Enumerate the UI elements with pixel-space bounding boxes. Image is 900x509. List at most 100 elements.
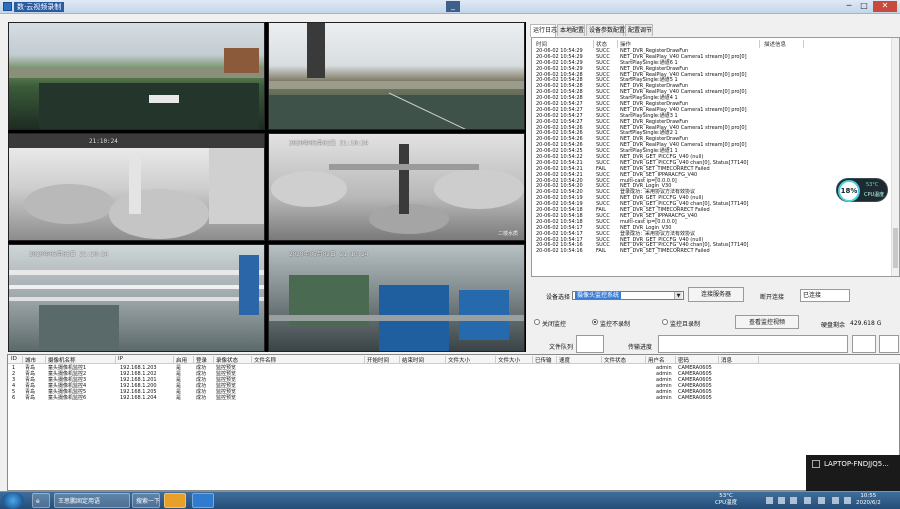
tab-run-log[interactable]: 运行日志 [530, 24, 557, 37]
video-feed-5 [9, 255, 264, 351]
camera-table: ID 城市 摄像机名称 IP 启用 登录 录像状态 文件名称 开始时间 结束时间 文件大小 文件大小已… [7, 354, 900, 491]
cpu-percent: 18% [838, 180, 860, 202]
log-operation: NET_DVR_SET_TIMECORRECT Failed [620, 248, 710, 255]
taskbar-ie-icon[interactable]: e [32, 493, 50, 508]
tray-clock[interactable]: 10:55 2020/6/2 [856, 493, 881, 507]
radio-off[interactable] [534, 319, 540, 325]
table-cell: admin [656, 395, 672, 401]
side-box-1 [852, 335, 876, 353]
table-header-cell[interactable]: 文件状态 [604, 356, 646, 364]
log-time: 20-06-02 10:54:16 [536, 248, 583, 255]
device-select[interactable]: 摄像头监控系统 ▼ [572, 291, 684, 300]
title-bar: 数·云视频录制 _ ─ □ ✕ [0, 0, 900, 14]
disconnect-button[interactable]: 断开连接 [760, 292, 784, 301]
taskbar-app-icon[interactable] [164, 493, 186, 508]
taskbar-item-2[interactable]: 搜索一下 [132, 493, 160, 508]
tab-device-params[interactable]: 设备参数配置 [586, 24, 625, 36]
window-title: 数·云视频录制 [14, 2, 65, 12]
table-header-cell[interactable]: 登录 [196, 356, 214, 364]
table-header-cell[interactable]: 文件大小 [498, 356, 533, 364]
cpu-widget[interactable]: 18% 53°C CPU温度 [836, 178, 888, 202]
video-feed-1 [9, 48, 264, 129]
chevron-down-icon[interactable]: ▼ [674, 292, 682, 299]
network-icon[interactable] [804, 497, 811, 504]
log-row[interactable]: 20-06-02 10:54:16 FAIL NET_DVR_SET_TIMECOR… [532, 248, 892, 255]
video-feed-2 [269, 23, 524, 129]
radio-monitor-record[interactable] [662, 319, 668, 325]
table-header: ID 城市 摄像机名称 IP 启用 登录 录像状态 文件名称 开始时间 结束时间 文件大小 文件大小已… [8, 355, 900, 364]
minimize-icon[interactable]: ─ [842, 1, 856, 12]
video-tile-1[interactable] [8, 22, 265, 130]
table-cell: 6 [12, 395, 16, 401]
video-tile-3[interactable]: 21:10:24 [8, 133, 265, 241]
transfer-progress-label: 传输进度 [628, 344, 653, 351]
view-monitor-video-button[interactable]: 查看监控视频 [735, 315, 799, 329]
transfer-progress-bar [658, 335, 848, 353]
table-cell: CAMERA0605 [678, 395, 712, 401]
minimize-button[interactable]: _ [446, 1, 460, 12]
table-header-cell[interactable]: 开始时间 [367, 356, 400, 364]
app-icon [3, 2, 12, 11]
radio-monitor-record-label: 监控且录制 [670, 321, 701, 328]
table-header-cell[interactable]: 文件名称 [254, 356, 365, 364]
video-tile-5[interactable]: 2020年05月02日 21:10:24 [8, 244, 265, 352]
notification-toast[interactable]: LAPTOP-FNDJJQ5... [806, 455, 900, 491]
log-scrollbar[interactable] [891, 38, 899, 276]
cpu-temp: 53°C [866, 182, 879, 188]
table-header-cell[interactable]: 密码 [678, 356, 719, 364]
tray-icon-3[interactable] [790, 497, 797, 504]
battery-icon[interactable] [832, 497, 839, 504]
video-feed-6 [269, 275, 524, 351]
tab-config-adjust[interactable]: 配置调节 [625, 24, 653, 36]
table-header-cell[interactable]: 城市 [25, 356, 46, 364]
log-col-time: 时间 [536, 40, 594, 48]
table-row[interactable]: 6 青岛 童头摄像机监控6 192.168.1.204 是 成功 监控预览 admin CAME… [8, 395, 900, 401]
table-header-cell[interactable]: IP [118, 356, 174, 364]
tray-icon-1[interactable] [766, 497, 773, 504]
file-queue-box [576, 335, 604, 353]
log-rows: 20-06-02 10:54:29 SUCC NET_DVR_RegisterDra… [532, 48, 892, 255]
device-select-label: 设备选择 [546, 294, 571, 301]
log-col-desc: 描述信息 [764, 40, 804, 48]
table-header-cell[interactable]: 启用 [176, 356, 194, 364]
maximize-icon[interactable]: □ [857, 1, 871, 12]
radio-off-label: 关闭监控 [542, 321, 567, 328]
app-window: 数·云视频录制 _ ─ □ ✕ 21:10:24 2020年05月02日 21:… [0, 0, 900, 491]
video-tile-2[interactable] [268, 22, 525, 130]
connect-server-button[interactable]: 连接服务器 [688, 287, 744, 302]
table-header-cell[interactable]: 速度 [559, 356, 602, 364]
video-tile-4[interactable]: 2020年05月02日 21:10:24 二楼水质 [268, 133, 525, 241]
keyboard-icon[interactable] [844, 497, 851, 504]
connection-status: 已连接 [800, 289, 850, 302]
table-header-cell[interactable]: 文件大小 [448, 356, 496, 364]
video-tile-6[interactable]: 2020年05月02日 21:10:24 [268, 244, 525, 352]
table-cell: 成功 [196, 395, 207, 401]
table-header-cell[interactable]: 结束时间 [402, 356, 446, 364]
log-scroll-thumb[interactable] [893, 228, 898, 268]
disk-remaining-value: 429.618 G [850, 320, 882, 327]
table-header-cell[interactable]: 已传输 [535, 356, 557, 364]
log-header: 时间 状态 操作 描述信息 [532, 40, 892, 48]
table-cell: 192.168.1.204 [120, 395, 157, 401]
taskbar-app-icon-2[interactable] [192, 493, 214, 508]
notification-text: LAPTOP-FNDJJQ5... [824, 460, 889, 468]
tile-5-timestamp: 2020年05月02日 21:10:24 [29, 251, 109, 258]
tray-icon-2[interactable] [778, 497, 785, 504]
tab-local-config[interactable]: 本地配置 [557, 24, 585, 36]
video-grid: 21:10:24 2020年05月02日 21:10:24 二楼水质 2020年… [8, 22, 526, 352]
taskbar: e 王思鹏固定用语 搜索一下 53°C CPU温度 10:55 2020/6/2 [0, 491, 900, 509]
tray-cpu-temp[interactable]: 53°C CPU温度 [715, 493, 737, 507]
table-header-cell[interactable]: 用户名 [648, 356, 676, 364]
table-header-cell[interactable]: 消息 [721, 356, 759, 364]
table-header-cell[interactable]: 摄像机名称 [48, 356, 116, 364]
volume-icon[interactable] [818, 497, 825, 504]
radio-monitor-no-record[interactable] [592, 319, 598, 325]
tile-3-timestamp: 21:10:24 [89, 138, 118, 145]
taskbar-item-1[interactable]: 王思鹏固定用语 [54, 493, 130, 508]
table-header-cell[interactable]: 录像状态 [216, 356, 252, 364]
start-button[interactable] [2, 492, 24, 509]
close-icon[interactable]: ✕ [873, 1, 897, 12]
table-cell: 童头摄像机监控6 [48, 395, 87, 401]
table-header-cell[interactable]: ID [11, 356, 23, 364]
file-queue-label: 文件队列 [549, 344, 574, 351]
